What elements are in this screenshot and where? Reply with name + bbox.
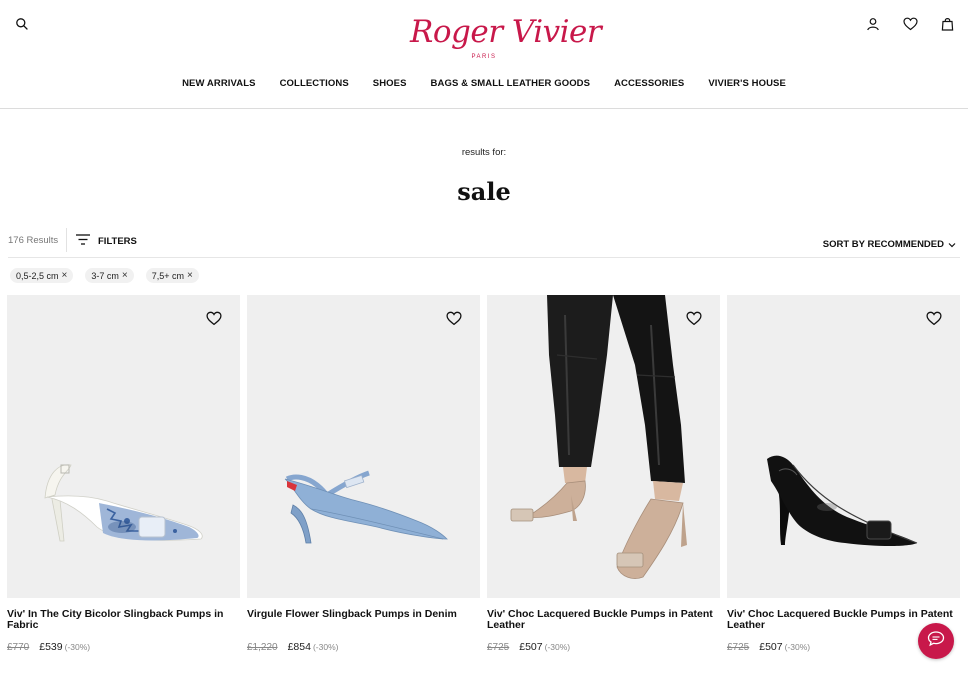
product-name[interactable]: Viv' In The City Bicolor Slingback Pumps…	[7, 609, 240, 631]
user-icon[interactable]	[862, 13, 884, 35]
shoe-illustration	[7, 295, 240, 598]
product-price: £770 £539 (-30%)	[7, 641, 90, 653]
discount-badge: (-30%)	[784, 642, 811, 652]
results-for-label: results for:	[461, 147, 507, 158]
nav-viviers-house[interactable]: VIVIER'S HOUSE	[708, 78, 786, 89]
shoe-illustration	[727, 295, 960, 598]
heart-icon[interactable]	[899, 13, 921, 35]
original-price: £725	[487, 642, 510, 653]
filter-chip[interactable]: 3-7 cm ×	[85, 268, 134, 283]
main-nav: NEW ARRIVALS COLLECTIONS SHOES BAGS & SM…	[0, 78, 968, 89]
result-count: 176 Results	[8, 235, 59, 246]
product-card[interactable]: Viv' Choc Lacquered Buckle Pumps in Pate…	[487, 295, 720, 653]
nav-new-arrivals[interactable]: NEW ARRIVALS	[182, 78, 256, 89]
search-icon[interactable]	[11, 13, 33, 35]
product-name[interactable]: Viv' Choc Lacquered Buckle Pumps in Pate…	[487, 609, 720, 631]
results-toolbar: 176 Results FILTERS SORT BY RECOMMENDED	[8, 226, 960, 258]
site-header: Roger Vivier PARIS NEW ARRIVALS COLLECTI…	[0, 0, 968, 109]
chat-bubble-icon	[927, 630, 945, 652]
discount-badge: (-30%)	[312, 642, 339, 652]
sort-dropdown[interactable]: SORT BY RECOMMENDED	[823, 235, 956, 253]
discount-badge: (-30%)	[64, 642, 91, 652]
product-name[interactable]: Virgule Flower Slingback Pumps in Denim	[247, 609, 480, 620]
sale-price: £507	[759, 641, 783, 653]
search-query-title: sale	[457, 177, 511, 206]
heart-icon[interactable]	[446, 311, 464, 329]
product-price: £1,220 £854 (-30%)	[247, 641, 338, 653]
product-price: £725 £507 (-30%)	[727, 641, 810, 653]
product-grid: Viv' In The City Bicolor Slingback Pumps…	[7, 295, 962, 653]
shopping-bag-icon[interactable]	[936, 13, 958, 35]
sale-price: £539	[39, 641, 63, 653]
chat-button[interactable]	[918, 623, 954, 659]
close-icon[interactable]: ×	[62, 270, 68, 281]
product-image[interactable]	[487, 295, 720, 598]
active-filter-chips: 0,5-2,5 cm × 3-7 cm × 7,5+ cm ×	[10, 268, 199, 283]
heart-icon[interactable]	[686, 311, 704, 329]
original-price: £725	[727, 642, 750, 653]
original-price: £1,220	[247, 642, 278, 653]
filter-chip-label: 7,5+ cm	[151, 270, 184, 281]
shoe-illustration	[247, 295, 480, 598]
product-card[interactable]: Viv' In The City Bicolor Slingback Pumps…	[7, 295, 240, 653]
discount-badge: (-30%)	[544, 642, 571, 652]
product-price: £725 £507 (-30%)	[487, 641, 570, 653]
filter-icon	[76, 232, 90, 250]
brand-logo-wordmark: Roger Vivier	[410, 14, 602, 50]
filter-chip[interactable]: 0,5-2,5 cm ×	[10, 268, 74, 283]
model-with-shoes-illustration	[487, 295, 720, 598]
nav-shoes[interactable]: SHOES	[373, 78, 407, 89]
filters-label: FILTERS	[98, 235, 137, 247]
heart-icon[interactable]	[206, 311, 224, 329]
heart-icon[interactable]	[926, 311, 944, 329]
chevron-down-icon	[948, 235, 956, 253]
brand-logo-sub: PARIS	[471, 54, 497, 60]
sale-price: £507	[519, 641, 543, 653]
close-icon[interactable]: ×	[187, 270, 193, 281]
filter-chip[interactable]: 7,5+ cm ×	[145, 268, 199, 283]
filter-chip-label: 3-7 cm	[91, 270, 119, 281]
nav-bags-small-leather-goods[interactable]: BAGS & SMALL LEATHER GOODS	[431, 78, 591, 89]
filter-chip-label: 0,5-2,5 cm	[16, 270, 59, 281]
nav-accessories[interactable]: ACCESSORIES	[614, 78, 684, 89]
sort-label: SORT BY RECOMMENDED	[822, 238, 944, 250]
product-image[interactable]	[7, 295, 240, 598]
product-card[interactable]: Viv' Choc Lacquered Buckle Pumps in Pate…	[727, 295, 960, 653]
close-icon[interactable]: ×	[122, 270, 128, 281]
toolbar-divider	[66, 228, 67, 252]
product-card[interactable]: Virgule Flower Slingback Pumps in Denim …	[247, 295, 480, 653]
original-price: £770	[7, 642, 30, 653]
brand-logo[interactable]: Roger Vivier PARIS	[410, 14, 602, 66]
sale-price: £854	[287, 641, 311, 653]
nav-collections[interactable]: COLLECTIONS	[280, 78, 349, 89]
filters-button[interactable]: FILTERS	[76, 232, 137, 250]
product-image[interactable]	[247, 295, 480, 598]
product-image[interactable]	[727, 295, 960, 598]
